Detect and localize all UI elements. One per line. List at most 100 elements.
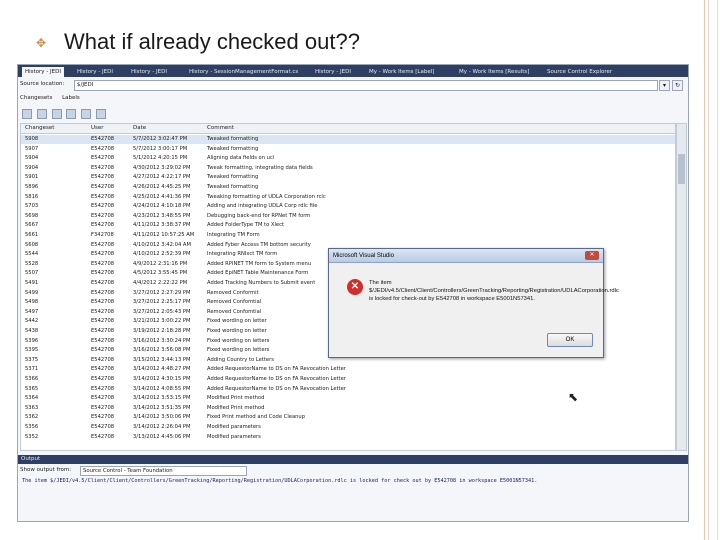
- table-row[interactable]: 5703 E542708 4/24/2012 4:10:18 PM Adding an…: [21, 202, 675, 211]
- history-toolbar: [22, 109, 142, 119]
- table-row[interactable]: 5904 E542708 4/30/2012 3:29:02 PM Tweak for…: [21, 164, 675, 173]
- document-tab[interactable]: History - JEDI: [74, 67, 116, 77]
- row-comment: Tweaked formatting: [207, 145, 259, 152]
- table-row[interactable]: 5352 E542708 3/13/2012 4:45:06 PM Modified …: [21, 433, 675, 442]
- row-changeset: 5375: [25, 356, 39, 363]
- row-user: E542708: [91, 328, 115, 334]
- document-tab[interactable]: Source Control Explorer: [544, 67, 615, 77]
- refresh-icon[interactable]: ↻: [672, 80, 683, 91]
- document-tab[interactable]: My - Work Items [Label]: [366, 67, 437, 77]
- document-tab[interactable]: History - JEDI: [22, 67, 65, 77]
- close-icon[interactable]: ✕: [585, 251, 599, 260]
- row-user: E542708: [91, 366, 115, 373]
- row-user: E542708: [91, 174, 115, 181]
- compare-icon[interactable]: [22, 109, 32, 119]
- row-date: 3/13/2012 4:45:06 PM: [133, 433, 191, 440]
- track-changeset-icon[interactable]: [95, 109, 106, 119]
- row-date: 4/11/2012 3:38:37 PM: [133, 222, 191, 229]
- scrollbar-thumb[interactable]: [678, 154, 685, 184]
- row-changeset: 5442: [25, 318, 39, 325]
- row-user: E542708: [91, 260, 115, 267]
- table-row[interactable]: 5366 E542708 3/14/2012 4:30:15 PM Added Req…: [21, 375, 675, 384]
- column-changeset[interactable]: Changeset: [25, 125, 54, 131]
- table-row[interactable]: 5904 E542708 5/1/2012 4:20:15 PM Aligning d…: [21, 154, 675, 163]
- row-changeset: 5371: [25, 366, 39, 373]
- row-comment: Removed Conformit: [207, 289, 259, 296]
- dropdown-icon[interactable]: ▾: [659, 80, 670, 91]
- table-row[interactable]: 5896 E542708 4/26/2012 4:45:25 PM Tweaked f…: [21, 183, 675, 192]
- details-icon[interactable]: [36, 109, 47, 119]
- row-date: 3/14/2012 3:51:35 PM: [133, 404, 191, 411]
- row-changeset: 5901: [25, 174, 39, 181]
- row-date: 4/25/2012 4:41:36 PM: [133, 193, 191, 200]
- row-date: 3/27/2012 2:05:43 PM: [133, 308, 191, 315]
- table-row[interactable]: 5667 E542708 4/11/2012 3:38:37 PM Added Fol…: [21, 221, 675, 230]
- row-comment: Adding and integrating UDLA Corp rdlc fi…: [207, 203, 318, 210]
- table-row[interactable]: 5908 E542708 5/7/2012 3:02:47 PM Tweaked fo…: [21, 135, 675, 144]
- row-user: E542708: [91, 212, 115, 219]
- row-date: 4/26/2012 4:45:25 PM: [133, 184, 191, 190]
- table-row[interactable]: 5362 E542708 3/14/2012 3:50:06 PM Fixed Pri…: [21, 413, 675, 422]
- row-changeset: 5544: [25, 251, 39, 258]
- row-date: 3/19/2012 2:18:28 PM: [133, 328, 191, 334]
- row-date: 3/27/2012 2:25:17 PM: [133, 299, 191, 306]
- row-user: F342708: [91, 232, 114, 238]
- row-user: E542708: [91, 222, 115, 229]
- row-date: 3/14/2012 3:53:15 PM: [133, 395, 191, 402]
- table-row[interactable]: 5363 E542708 3/14/2012 3:51:35 PM Modified …: [21, 404, 675, 413]
- row-user: E542708: [91, 308, 115, 315]
- table-row[interactable]: 5907 E542708 5/7/2012 3:00:17 PM Tweaked fo…: [21, 145, 675, 154]
- row-changeset: 5816: [25, 193, 39, 200]
- row-user: E542708: [91, 376, 115, 382]
- document-tab[interactable]: History - JEDI: [128, 67, 170, 77]
- document-tab[interactable]: History - SessionManagementFormat.cs: [186, 67, 301, 77]
- table-row[interactable]: 5661 F342708 4/11/2012 10:57:25 AM Integrat…: [21, 231, 675, 240]
- row-date: 3/14/2012 4:48:27 PM: [133, 366, 191, 373]
- ok-button[interactable]: OK: [547, 333, 593, 347]
- row-date: 5/1/2012 4:20:15 PM: [133, 155, 188, 162]
- row-user: E542708: [91, 318, 115, 325]
- row-comment: Fixed Print method and Code Cleanup: [207, 414, 305, 421]
- table-row[interactable]: 5816 E542708 4/25/2012 4:41:36 PM Tweaking …: [21, 193, 675, 202]
- row-changeset: 5497: [25, 308, 39, 315]
- row-changeset: 5363: [25, 404, 39, 411]
- table-row[interactable]: 5356 E542708 3/14/2012 2:26:04 PM Modified …: [21, 423, 675, 432]
- output-panel-header: Output: [18, 455, 688, 464]
- row-changeset: 5438: [25, 328, 39, 334]
- row-date: 5/7/2012 3:00:17 PM: [133, 145, 188, 152]
- mouse-cursor-icon: ⬉: [568, 390, 579, 404]
- column-date[interactable]: Date: [133, 125, 146, 131]
- document-tab[interactable]: History - JEDI: [312, 67, 354, 77]
- grid-scrollbar[interactable]: [676, 123, 687, 451]
- table-row[interactable]: 5901 E542708 4/27/2012 4:22:17 PM Tweaked f…: [21, 173, 675, 182]
- row-user: E542708: [91, 155, 115, 162]
- row-comment: Tweaked formatting: [207, 136, 259, 142]
- table-row[interactable]: 5371 E542708 3/14/2012 4:48:27 PM Added Req…: [21, 365, 675, 374]
- row-comment: Aligning data fields on ucl: [207, 155, 275, 162]
- annotate-icon[interactable]: [51, 109, 62, 119]
- row-changeset: 5703: [25, 203, 39, 210]
- get-version-icon[interactable]: [66, 109, 77, 119]
- row-date: 4/10/2012 2:52:39 PM: [133, 251, 191, 258]
- output-source-select[interactable]: Source Control - Team Foundation: [80, 466, 247, 476]
- row-user: E542708: [91, 184, 115, 190]
- row-changeset: 5661: [25, 232, 39, 238]
- column-user[interactable]: User: [91, 125, 104, 131]
- column-comment[interactable]: Comment: [207, 125, 234, 131]
- rollback-icon[interactable]: [81, 109, 91, 119]
- source-location-field[interactable]: $/JEDI: [74, 80, 658, 91]
- row-comment: Tweaked formatting: [207, 184, 259, 190]
- row-comment: Modified parameters: [207, 433, 261, 440]
- row-changeset: 5364: [25, 395, 39, 402]
- tab-changesets[interactable]: Changesets: [20, 95, 52, 101]
- row-changeset: 5896: [25, 184, 39, 190]
- table-row[interactable]: 5698 E542708 4/23/2012 3:48:55 PM Debugging…: [21, 212, 675, 221]
- document-tab[interactable]: My - Work Items [Results]: [456, 67, 532, 77]
- row-comment: Fixed wording on letter: [207, 318, 267, 325]
- output-title: Output: [21, 456, 41, 462]
- row-changeset: 5698: [25, 212, 39, 219]
- row-changeset: 5908: [25, 136, 39, 142]
- row-user: E542708: [91, 203, 115, 210]
- tab-labels[interactable]: Labels: [62, 95, 80, 101]
- row-comment: Added RequestorName to DS on FA Revocati…: [207, 385, 346, 392]
